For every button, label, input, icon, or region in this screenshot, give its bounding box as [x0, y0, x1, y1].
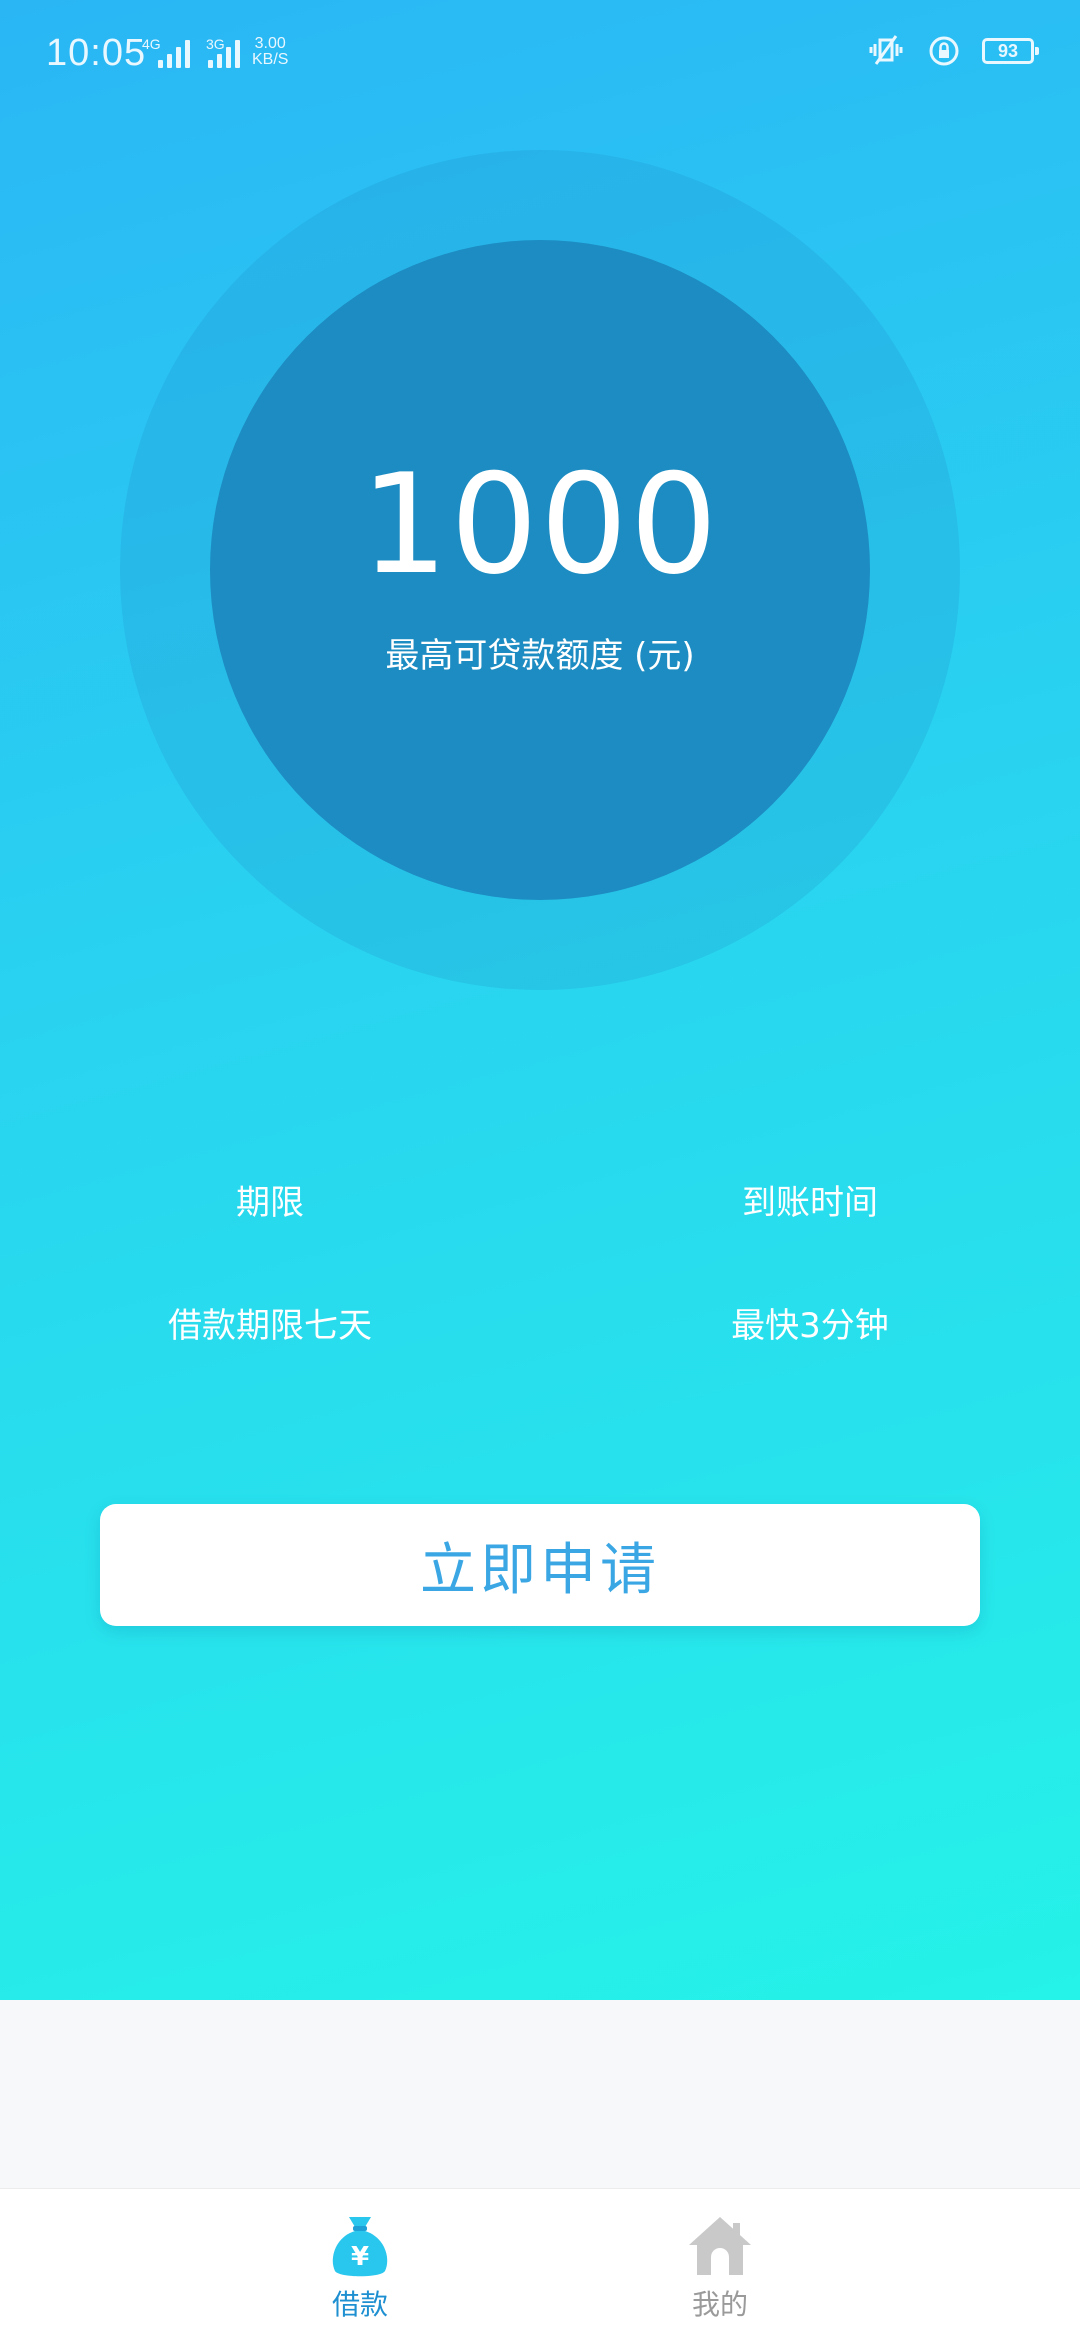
home-icon	[689, 2217, 751, 2275]
arrival-time-value: 最快3分钟	[731, 1306, 889, 1346]
arrival-time-label: 到账时间	[742, 1183, 878, 1223]
network-speed-unit: KB/S	[252, 51, 289, 68]
apply-now-button[interactable]: 立即申请	[100, 1504, 980, 1626]
nav-tab-mine-label: 我的	[691, 2288, 748, 2321]
network-speed: 3.00 KB/S	[252, 36, 288, 68]
status-time: 10:05	[46, 32, 147, 74]
nav-tab-loan-label: 借款	[331, 2288, 388, 2321]
nav-tab-mine[interactable]: 我的	[640, 2211, 800, 2323]
svg-text:¥: ¥	[351, 2242, 369, 2272]
rotation-lock-icon	[929, 36, 959, 66]
vibrate-icon	[869, 35, 903, 65]
app-screen: 10:05 4G 3G 3.00 KB/S 93 1000 最高可贷款额度 (元…	[0, 0, 1080, 2340]
signal-strength-icon	[158, 38, 190, 68]
max-loan-amount-label: 最高可贷款额度 (元)	[385, 636, 695, 676]
battery-icon: 93	[982, 38, 1039, 64]
signal-strength-icon-2	[208, 38, 240, 68]
money-bag-icon: ¥	[332, 2217, 388, 2277]
status-icons: 93	[866, 34, 1039, 68]
term-value: 借款期限七天	[168, 1306, 372, 1346]
bottom-nav: ¥ 借款 我的	[0, 2188, 1080, 2340]
term-label: 期限	[236, 1183, 304, 1223]
nav-tab-loan[interactable]: ¥ 借款	[280, 2211, 440, 2323]
status-bar: 10:05 4G 3G 3.00 KB/S 93	[0, 0, 1080, 110]
max-loan-amount: 1000	[360, 444, 720, 605]
network-speed-value: 3.00	[254, 35, 286, 52]
